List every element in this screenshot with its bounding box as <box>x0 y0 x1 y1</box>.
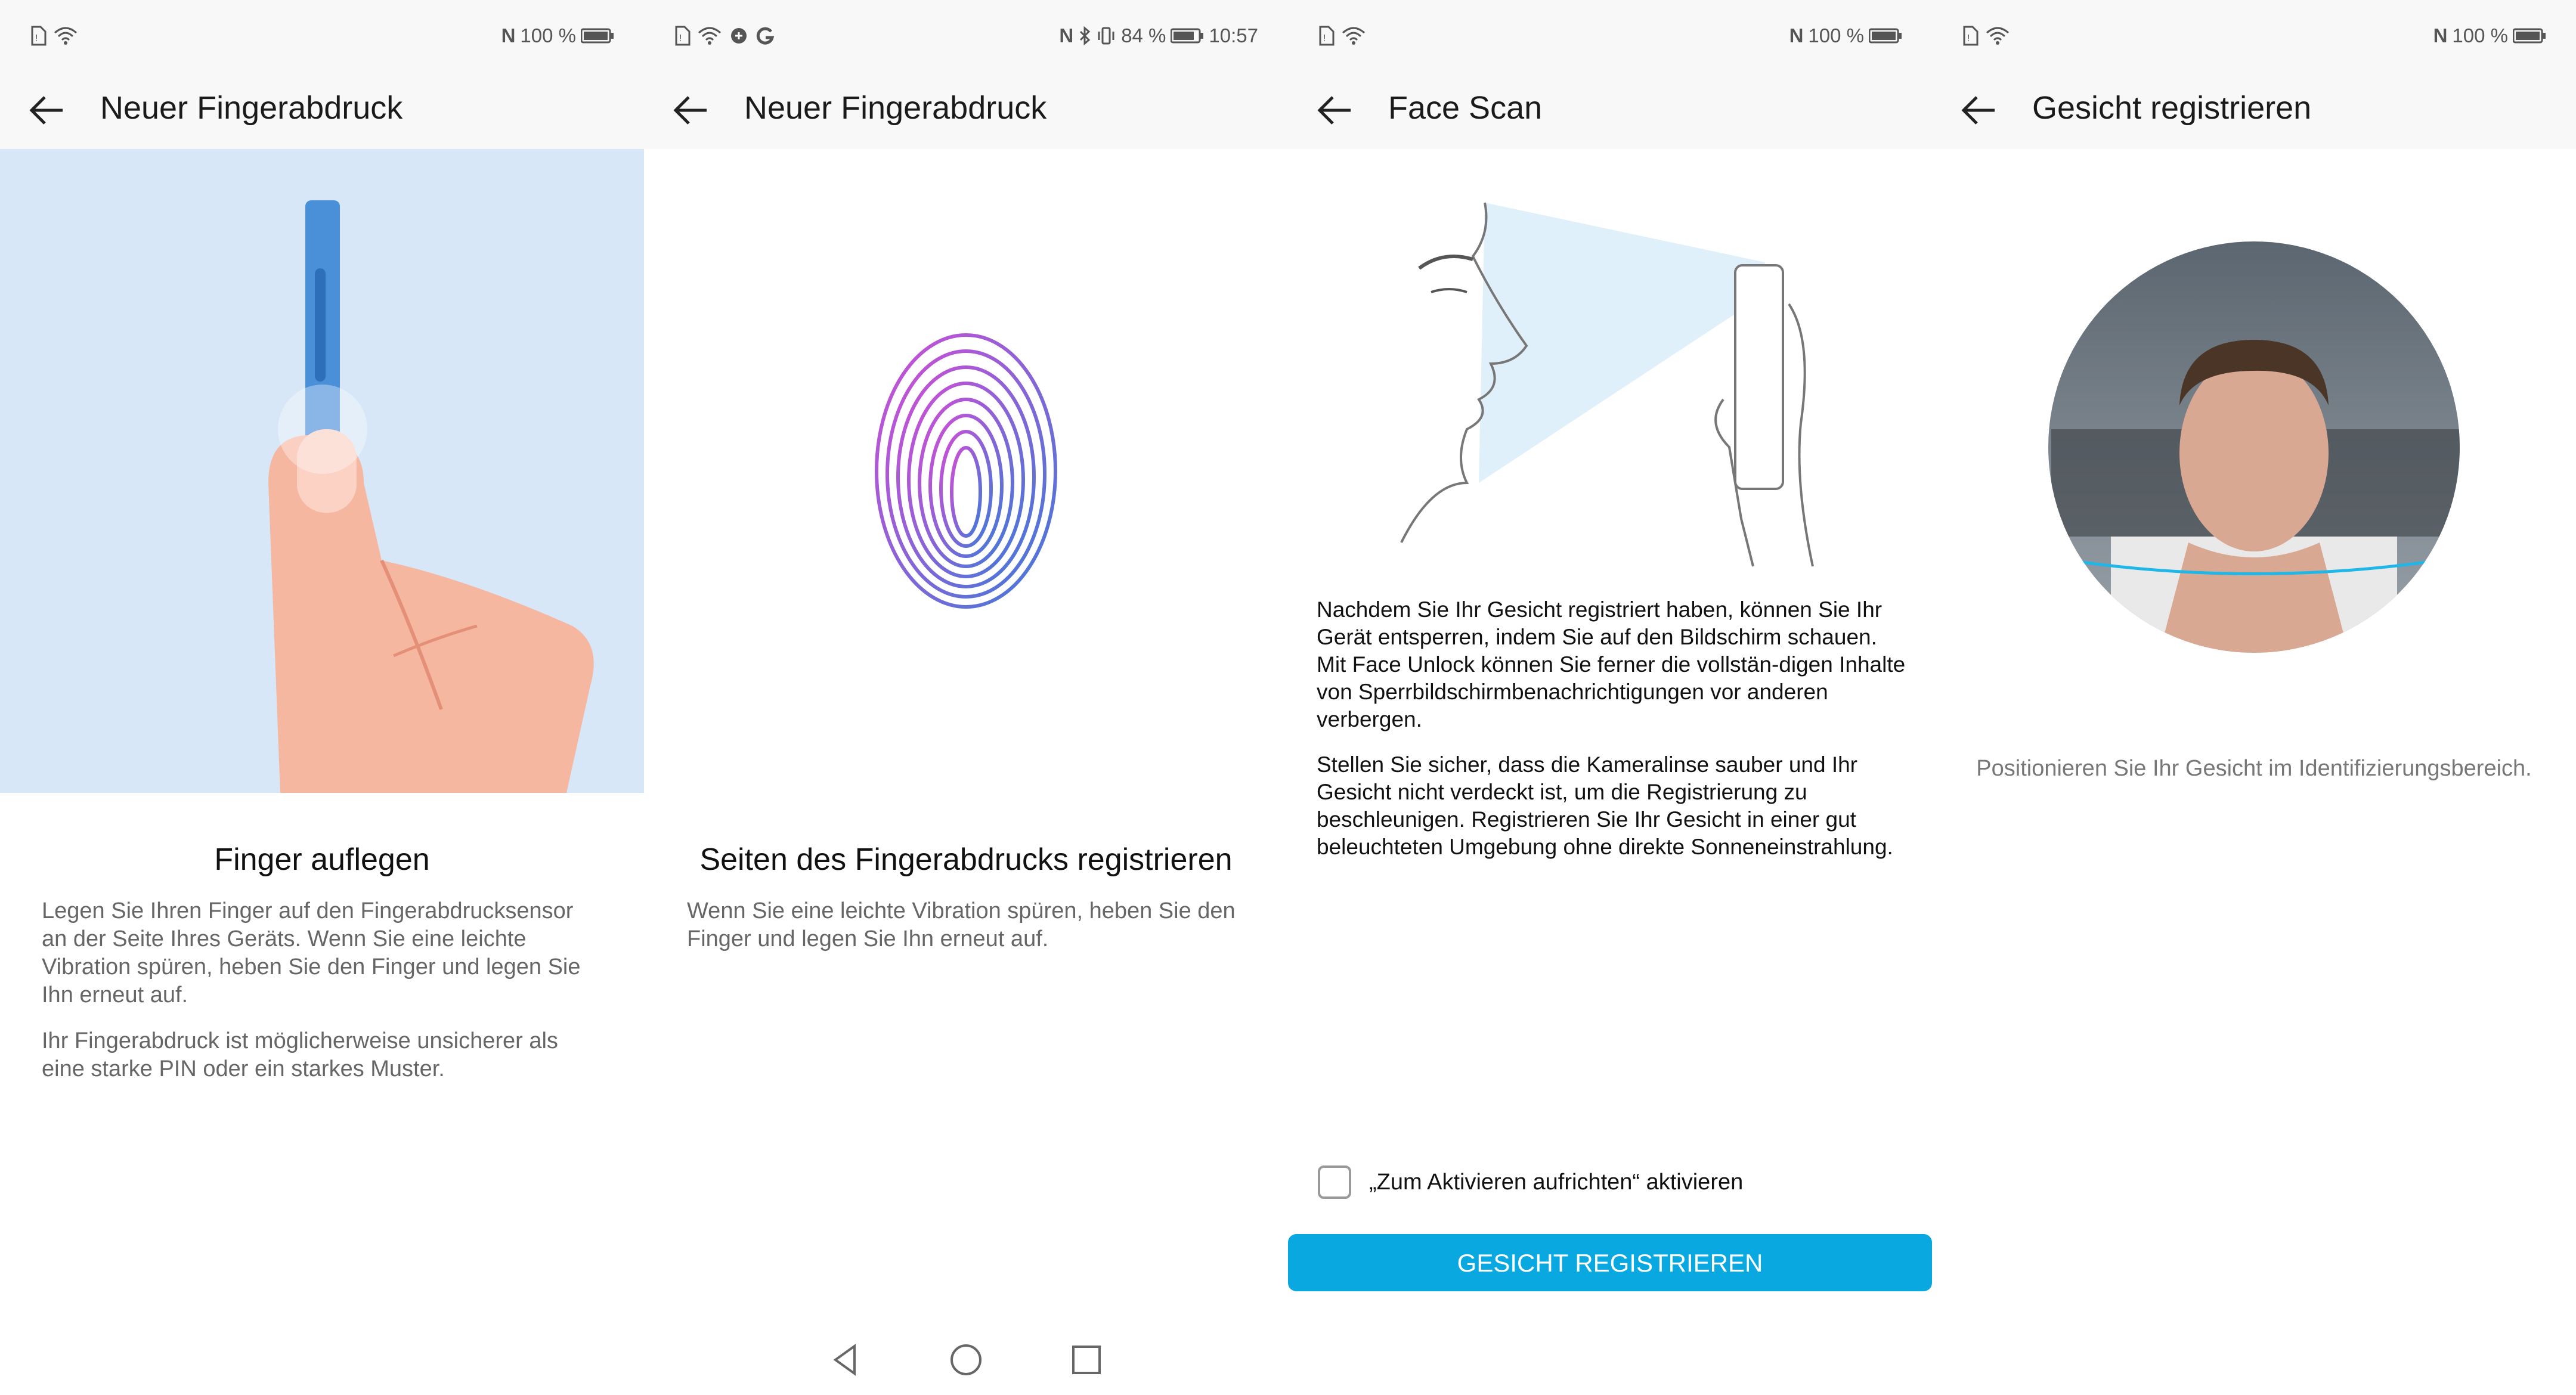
nfc-icon: N <box>501 24 516 46</box>
back-nav-icon[interactable] <box>825 1339 866 1381</box>
back-arrow-icon[interactable] <box>1959 92 2001 128</box>
clock: 10:57 <box>1209 24 1258 46</box>
home-nav-icon[interactable] <box>945 1339 987 1381</box>
sim-icon: ! <box>1963 26 1979 46</box>
camera-preview-circle <box>2048 241 2460 653</box>
svg-text:!: ! <box>1967 33 1970 44</box>
face-scan-description: Nachdem Sie Ihr Gesicht registriert habe… <box>1317 596 1907 879</box>
raise-to-wake-option[interactable]: „Zum Aktivieren aufrichten“ aktivieren <box>1318 1165 1743 1199</box>
data-saver-icon <box>731 28 747 44</box>
svg-text:!: ! <box>35 33 38 44</box>
nfc-icon: N <box>1789 24 1804 46</box>
step-heading: Seiten des Fingerabdrucks registrieren <box>699 842 1233 877</box>
page-title: Neuer Fingerabdruck <box>744 90 1047 126</box>
back-arrow-icon[interactable] <box>671 92 713 128</box>
back-arrow-icon[interactable] <box>27 92 69 128</box>
panel-register-face: ! N 100 % Gesicht registrieren Positioni… <box>1932 0 2576 1395</box>
security-note: Ihr Fingerabdruck ist möglicherweise uns… <box>42 1028 558 1081</box>
app-bar: Face Scan <box>1288 72 1932 149</box>
step-description: Legen Sie Ihren Finger auf den Fingerabd… <box>42 897 602 1101</box>
raise-to-wake-checkbox[interactable] <box>1318 1165 1351 1199</box>
page-title: Face Scan <box>1388 90 1543 126</box>
google-icon <box>756 27 775 45</box>
panel-new-fingerprint-sides: ! N 84 % 10:57 Neuer Fingerabdruck Seite… <box>644 0 1288 1395</box>
nfc-icon: N <box>2433 24 2448 46</box>
battery-percent: 84 % <box>1121 24 1166 46</box>
description-paragraph: Nachdem Sie Ihr Gesicht registriert habe… <box>1317 597 1906 731</box>
description-paragraph: Wenn Sie eine leichte Vibration spüren, … <box>687 898 1236 951</box>
battery-icon <box>1171 28 1204 44</box>
app-bar: Gesicht registrieren <box>1932 72 2576 149</box>
fingerprint-icon <box>875 333 1057 609</box>
positioning-hint: Positionieren Sie Ihr Gesicht im Identif… <box>1976 756 2532 781</box>
app-bar: Neuer Fingerabdruck <box>644 72 1288 149</box>
tips-paragraph: Stellen Sie sicher, dass die Kameralinse… <box>1317 752 1893 859</box>
battery-percent: 100 % <box>1808 24 1864 46</box>
battery-percent: 100 % <box>520 24 576 46</box>
recents-nav-icon[interactable] <box>1066 1339 1107 1381</box>
status-bar: ! N 100 % <box>1288 0 1932 72</box>
app-bar: Neuer Fingerabdruck <box>0 72 644 149</box>
back-arrow-icon[interactable] <box>1315 92 1357 128</box>
status-bar: ! N 84 % 10:57 <box>644 0 1288 72</box>
system-navigation-bar <box>644 1323 1288 1395</box>
bluetooth-icon <box>1080 26 1091 46</box>
finger-sensor-illustration <box>0 149 644 793</box>
register-face-button[interactable]: GESICHT REGISTRIEREN <box>1288 1234 1932 1291</box>
raise-to-wake-label: „Zum Aktivieren aufrichten“ aktivieren <box>1369 1169 1744 1195</box>
sim-icon: ! <box>675 26 691 46</box>
svg-text:!: ! <box>1323 33 1326 44</box>
page-title: Neuer Fingerabdruck <box>100 90 403 126</box>
wifi-icon <box>698 27 721 45</box>
battery-percent: 100 % <box>2452 24 2508 46</box>
status-bar: ! N 100 % <box>1932 0 2576 72</box>
step-description: Wenn Sie eine leichte Vibration spüren, … <box>687 897 1247 971</box>
step-heading: Finger auflegen <box>214 842 430 877</box>
page-title: Gesicht registrieren <box>2032 90 2312 126</box>
battery-icon <box>1869 28 1902 44</box>
panel-new-fingerprint-place: ! N 100 % Neuer Fingerabdruck Finger auf… <box>0 0 644 1395</box>
description-paragraph: Legen Sie Ihren Finger auf den Fingerabd… <box>42 898 581 1008</box>
wifi-icon <box>1342 27 1365 45</box>
battery-icon <box>2513 28 2546 44</box>
battery-icon <box>581 28 614 44</box>
face-scan-illustration <box>1400 202 1814 567</box>
sim-icon: ! <box>31 26 47 46</box>
screenshot-collage: ! N 100 % Neuer Fingerabdruck Finger auf… <box>0 0 2576 1395</box>
nfc-icon: N <box>1059 24 1074 46</box>
panel-face-scan: ! N 100 % Face Scan Nachdem Sie Ihr Gesi… <box>1288 0 1932 1395</box>
sim-icon: ! <box>1319 26 1335 46</box>
wifi-icon <box>1986 27 2009 45</box>
vibrate-icon <box>1098 27 1114 45</box>
svg-text:!: ! <box>679 33 682 44</box>
status-bar: ! N 100 % <box>0 0 644 72</box>
wifi-icon <box>54 27 77 45</box>
